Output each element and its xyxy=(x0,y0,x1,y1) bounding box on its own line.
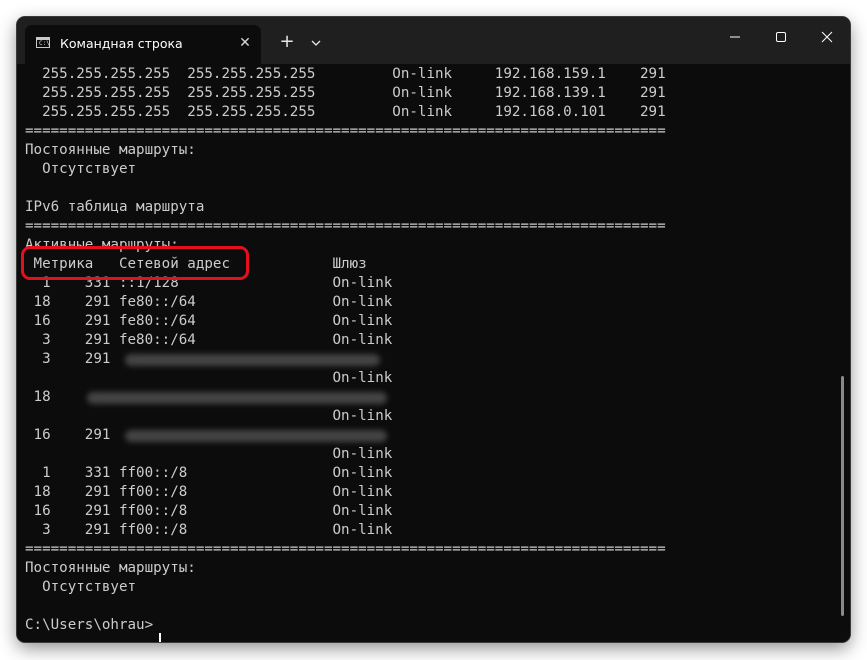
terminal-line: Постоянные маршруты: xyxy=(25,142,196,158)
terminal-line: 3 291 fe80::/64 On-link xyxy=(25,332,393,348)
terminal-line: ========================================… xyxy=(25,218,666,234)
maximize-button[interactable] xyxy=(758,17,804,57)
terminal-line: 1 331 ff00::/8 On-link xyxy=(25,465,393,481)
tab-command-prompt[interactable]: C:\ Командная строка ✕ xyxy=(25,25,261,64)
terminal-line: 3 291 xyxy=(25,351,111,367)
terminal-line: 18 xyxy=(25,389,51,405)
cmd-icon-text: C:\ xyxy=(39,40,50,47)
terminal-line: On-link xyxy=(25,370,393,386)
terminal-line: 3 291 ff00::/8 On-link xyxy=(25,522,393,538)
terminal-line: 16 291 xyxy=(25,427,111,443)
terminal-line: ========================================… xyxy=(25,123,666,139)
terminal-window: C:\ Командная строка ✕ + 255.255.255.255… xyxy=(17,17,850,642)
terminal-line: 16 291 ff00::/8 On-link xyxy=(25,503,393,519)
close-icon xyxy=(821,31,833,43)
terminal-line: Отсутствует xyxy=(25,579,137,595)
terminal-line: 18 291 ff00::/8 On-link xyxy=(25,484,393,500)
terminal-line: 16 291 fe80::/64 On-link xyxy=(25,313,393,329)
terminal-output[interactable]: 255.255.255.255 255.255.255.255 On-link … xyxy=(17,64,850,642)
terminal-line: IPv6 таблица маршрута xyxy=(25,199,205,215)
redacted-address xyxy=(125,354,380,366)
scrollbar[interactable] xyxy=(841,376,844,616)
minimize-button[interactable] xyxy=(712,17,758,57)
close-button[interactable] xyxy=(804,17,850,57)
terminal-line: Отсутствует xyxy=(25,161,137,177)
chevron-down-icon[interactable] xyxy=(305,32,327,54)
maximize-icon xyxy=(776,32,786,42)
tab-title: Командная строка xyxy=(60,36,183,51)
redacted-address xyxy=(87,392,387,404)
terminal-line: On-link xyxy=(25,408,393,424)
terminal-line: 255.255.255.255 255.255.255.255 On-link … xyxy=(25,66,666,82)
terminal-line: 255.255.255.255 255.255.255.255 On-link … xyxy=(25,104,666,120)
terminal-line: Постоянные маршруты: xyxy=(25,560,196,576)
text-cursor xyxy=(159,633,161,642)
new-tab-button[interactable]: + xyxy=(276,32,298,54)
terminal-line: On-link xyxy=(25,446,393,462)
terminal-line: ========================================… xyxy=(25,541,666,557)
title-bar: C:\ Командная строка ✕ + xyxy=(17,17,850,64)
minimize-icon xyxy=(730,36,740,38)
terminal-line: 18 291 fe80::/64 On-link xyxy=(25,294,393,310)
terminal-line: 255.255.255.255 255.255.255.255 On-link … xyxy=(25,85,666,101)
highlight-box xyxy=(21,246,249,280)
terminal-prompt: C:\Users\ohrau> xyxy=(25,617,154,633)
close-tab-button[interactable]: ✕ xyxy=(235,33,255,53)
redacted-address xyxy=(125,430,387,442)
cmd-icon: C:\ xyxy=(36,37,50,48)
